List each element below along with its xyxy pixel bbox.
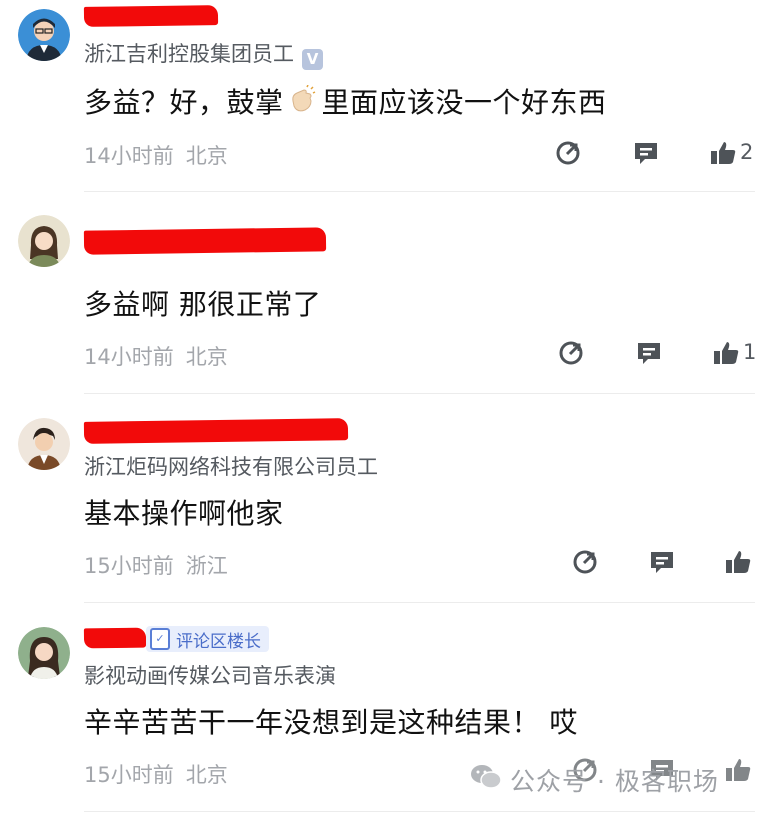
verified-icon: V: [302, 49, 323, 70]
message-icon[interactable]: [647, 547, 677, 577]
avatar[interactable]: [18, 9, 70, 61]
comment-text: 多益？好，鼓掌 里面应该没一个好东西: [84, 81, 607, 122]
comment-text: 多益啊 那很正常了: [84, 288, 322, 321]
thumbs-up-icon[interactable]: [723, 547, 753, 577]
wechat-icon: [470, 763, 502, 797]
comment-meta: 15小时前 浙江: [84, 550, 228, 580]
comment-meta: 14小时前 北京: [84, 341, 228, 371]
redacted-username: [83, 627, 147, 649]
comment-time: 14小时前: [84, 144, 174, 168]
user-company: 影视动画传媒公司音乐表演: [84, 664, 336, 688]
divider: [84, 602, 755, 603]
comment-location: 浙江: [185, 554, 228, 578]
thumbs-up-icon[interactable]: [723, 755, 753, 785]
comment-meta: 14小时前 北京: [84, 140, 228, 170]
badge-label: 评论区楼长: [176, 631, 261, 652]
divider: [84, 811, 755, 812]
message-icon[interactable]: [634, 338, 664, 368]
comment-text: 基本操作啊他家: [84, 497, 284, 530]
comment-actions: 2: [553, 138, 763, 168]
user-company: 浙江吉利控股集团员工 V: [84, 38, 323, 70]
like-count: 2: [740, 140, 754, 164]
comment-meta: 15小时前 北京: [84, 759, 228, 789]
user-company: 浙江炬码网络科技有限公司员工: [84, 455, 378, 479]
comment-location: 北京: [185, 345, 228, 369]
comment-time: 15小时前: [84, 763, 174, 787]
redacted-username: [83, 418, 349, 444]
comment-time: 14小时前: [84, 345, 174, 369]
redacted-username: [83, 5, 219, 27]
avatar[interactable]: [18, 215, 70, 267]
thumbs-up-icon[interactable]: [711, 338, 741, 368]
message-icon[interactable]: [631, 138, 661, 168]
floor-host-badge: ✓ 评论区楼长: [146, 626, 269, 652]
avatar[interactable]: [18, 627, 70, 679]
divider: [84, 191, 755, 192]
share-arrow-icon[interactable]: [553, 138, 583, 168]
share-arrow-icon[interactable]: [556, 338, 586, 368]
divider: [84, 393, 755, 394]
avatar[interactable]: [18, 418, 70, 470]
badge-icon: ✓: [150, 628, 170, 650]
comment-location: 北京: [185, 144, 228, 168]
watermark-text: 公众号 · 极客职场: [510, 767, 719, 796]
clap-emoji-icon: [286, 84, 316, 122]
comment-actions: [570, 547, 763, 577]
comment-text: 辛辛苦苦干一年没想到是这种结果！ 哎: [84, 706, 578, 739]
comment-time: 15小时前: [84, 554, 174, 578]
redacted-username: [83, 227, 327, 255]
comment-location: 北京: [185, 763, 228, 787]
like-count: 1: [743, 340, 757, 364]
share-arrow-icon[interactable]: [570, 547, 600, 577]
wechat-watermark: 公众号 · 极客职场: [470, 762, 719, 798]
thumbs-up-icon[interactable]: [708, 138, 738, 168]
comment-actions: 1: [556, 338, 763, 368]
